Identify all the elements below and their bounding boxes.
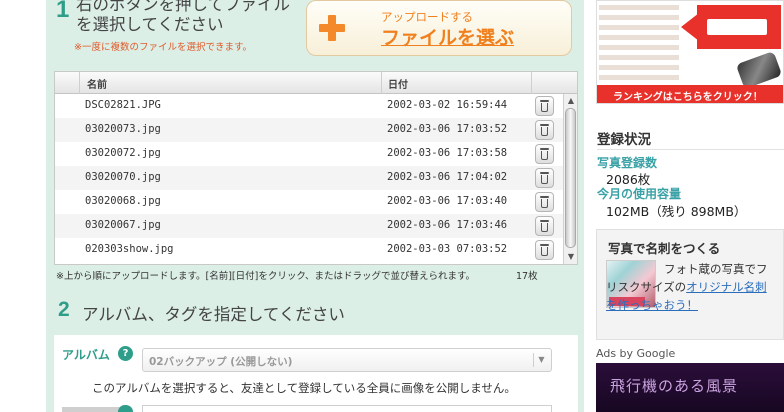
file-name: 03020072.jpg: [85, 147, 161, 159]
file-name: DSC02821.JPG: [85, 99, 161, 111]
column-header-date[interactable]: 日付: [388, 76, 408, 91]
table-row[interactable]: 03020068.jpg 2002-03-06 17:03:40: [55, 190, 563, 214]
step2-number: 2: [58, 298, 70, 321]
ad-text: 飛行機のある風景: [610, 377, 739, 395]
chevron-down-icon: ▼: [533, 353, 549, 367]
file-name: 03020073.jpg: [85, 123, 161, 135]
trash-icon[interactable]: [535, 240, 554, 260]
column-divider: [79, 72, 80, 94]
promo-text: フォト蔵の写真でフリスクサイズのオリジナル名刺を作っちゃおう！: [606, 260, 778, 314]
arrow-left-icon: [681, 5, 781, 49]
file-date: 2002-03-06 17:04:02: [387, 171, 508, 183]
banner-bar: ランキングはこちらをクリック！: [597, 85, 783, 103]
trash-icon[interactable]: [535, 168, 554, 188]
file-date: 2002-03-06 17:03:52: [387, 123, 508, 135]
ranking-banner[interactable]: ランキングはこちらをクリック！: [596, 0, 784, 104]
step1-note: ※一度に複数のファイルを選択できます。: [74, 42, 253, 53]
table-row[interactable]: 03020073.jpg 2002-03-06 17:03:52: [55, 118, 563, 142]
trash-icon[interactable]: [535, 120, 554, 140]
file-name: 03020067.jpg: [85, 219, 161, 231]
column-divider: [381, 72, 382, 94]
tag-input[interactable]: [142, 405, 552, 412]
tag-help-icon[interactable]: [118, 405, 133, 412]
banner-text: ランキングはこちらをクリック！: [613, 92, 763, 103]
table-scrollbar[interactable]: ▲ ▼: [563, 94, 577, 264]
file-date: 2002-03-06 17:03:46: [387, 219, 508, 231]
table-row[interactable]: 03020072.jpg 2002-03-06 17:03:58: [55, 142, 563, 166]
file-count: 17枚: [516, 271, 538, 282]
file-name: 03020068.jpg: [85, 195, 161, 207]
file-name: 03020070.jpg: [85, 171, 161, 183]
file-date: 2002-03-06 17:03:40: [387, 195, 508, 207]
table-row[interactable]: DSC02821.JPG 2002-03-02 16:59:44: [55, 94, 563, 118]
tag-label-cut: [62, 407, 122, 412]
album-select[interactable]: 02バックアップ (公開しない) ▼: [142, 348, 552, 372]
column-header-name[interactable]: 名前: [87, 76, 107, 91]
scroll-thumb[interactable]: [565, 108, 576, 248]
album-label: アルバム: [62, 348, 110, 362]
select-files-button[interactable]: アップロードする ファイルを選ぶ: [306, 0, 572, 56]
upload-button-label: ファイルを選ぶ: [381, 27, 515, 49]
trash-icon[interactable]: [535, 192, 554, 212]
file-date: 2002-03-02 16:59:44: [387, 99, 508, 111]
step2-title: アルバム、タグを指定してください: [82, 305, 345, 324]
table-header: 名前 日付: [55, 72, 577, 94]
promo-title: 写真で名刺をつくる: [608, 241, 721, 256]
google-ad[interactable]: 飛行機のある風景: [596, 363, 784, 412]
scroll-up-arrow-icon[interactable]: ▲: [564, 94, 577, 108]
step1-title: 右のボタンを押してファイルを選択してください: [76, 0, 291, 34]
album-description: このアルバムを選択すると、友達として登録している全員に画像を公開しません。: [92, 381, 516, 395]
column-divider: [531, 72, 532, 94]
plus-icon: [319, 15, 345, 41]
usage-value: 102MB（残り 898MB）: [606, 204, 747, 219]
table-row[interactable]: 03020067.jpg 2002-03-06 17:03:46: [55, 214, 563, 238]
trash-icon[interactable]: [535, 96, 554, 116]
file-date: 2002-03-03 07:03:52: [387, 243, 508, 255]
pen-icon: [735, 50, 783, 90]
table-row[interactable]: 03020070.jpg 2002-03-06 17:04:02: [55, 166, 563, 190]
table-row[interactable]: 020303show.jpg 2002-03-03 07:03:52: [55, 238, 563, 262]
help-icon[interactable]: ?: [118, 346, 133, 361]
banner-ranking-list: [599, 3, 679, 83]
page-margin: [0, 0, 46, 412]
album-select-value: 02バックアップ (公開しない): [149, 356, 293, 368]
ads-label: Ads by Google: [596, 347, 676, 360]
status-title: 登録状況: [597, 132, 651, 148]
step1-number: 1: [56, 0, 70, 23]
table-note: ※上から順にアップロードします。[名前][日付]をクリック、またはドラッグで並び…: [56, 271, 476, 282]
file-list-table: 名前 日付 DSC02821.JPG 2002-03-02 16:59:44 0…: [54, 71, 578, 265]
usage-label: 今月の使用容量: [597, 187, 682, 201]
scroll-down-arrow-icon[interactable]: ▼: [564, 250, 577, 264]
album-tag-box: [54, 335, 578, 412]
file-date: 2002-03-06 17:03:58: [387, 147, 508, 159]
file-name: 020303show.jpg: [85, 243, 174, 255]
trash-icon[interactable]: [535, 216, 554, 236]
divider: [597, 149, 784, 150]
trash-icon[interactable]: [535, 144, 554, 164]
